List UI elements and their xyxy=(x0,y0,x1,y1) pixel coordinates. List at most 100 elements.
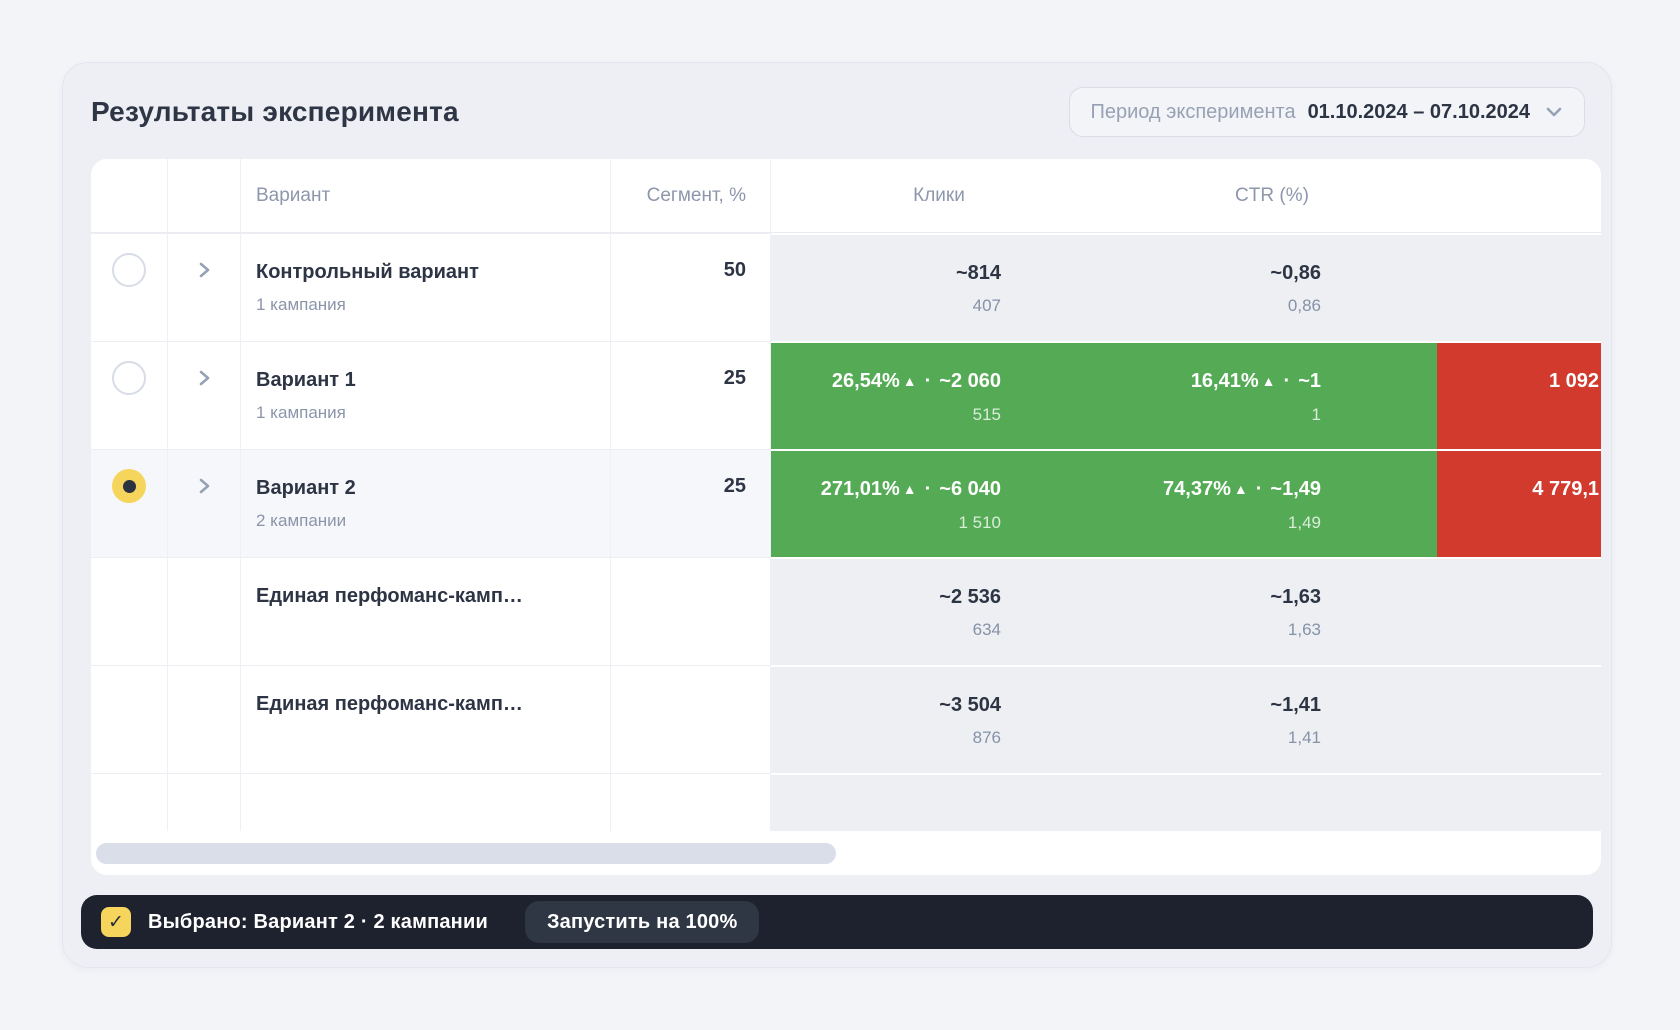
ctr-estimate: ~1,63 xyxy=(1107,584,1321,610)
ctr-actual: 0,86 xyxy=(1107,296,1321,316)
variant-campaign-count: 2 кампании xyxy=(256,511,600,531)
campaign-name: Единая перфоманс-камп… xyxy=(256,583,600,609)
expand-cell xyxy=(168,341,241,449)
variant-cell: Вариант 2 2 кампании xyxy=(241,449,611,557)
chevron-right-icon[interactable] xyxy=(195,477,213,495)
extra-metric-cell xyxy=(1437,665,1601,773)
radio-cell xyxy=(91,341,168,449)
variant-campaign-count: 1 кампания xyxy=(256,403,600,423)
table-row: Вариант 1 1 кампания 25 26,54%▲·~2 060 5… xyxy=(91,341,1601,449)
ctr-cell: ~0,86 0,86 xyxy=(1107,233,1437,341)
expand-cell xyxy=(168,449,241,557)
period-value: 01.10.2024 – 07.10.2024 xyxy=(1308,101,1530,124)
clicks-actual: 515 xyxy=(771,405,1001,425)
segment-value-empty xyxy=(611,557,771,665)
results-table: Вариант Сегмент, % Клики CTR (%) Контрол… xyxy=(91,159,1601,875)
extra-metric-cell xyxy=(1437,233,1601,341)
clicks-cell-positive: 271,01%▲·~6 040 1 510 xyxy=(771,449,1107,557)
clicks-cell-positive: 26,54%▲ · ~2 060 515 xyxy=(771,341,1107,449)
ctr-delta: 74,37% xyxy=(1163,478,1231,500)
variant-radio[interactable] xyxy=(112,253,146,287)
ctr-cell-positive: 74,37%▲·~1,49 1,49 xyxy=(1107,449,1437,557)
table-row-selected: Вариант 2 2 кампании 25 271,01%▲·~6 040 … xyxy=(91,449,1601,557)
table-header-row: Вариант Сегмент, % Клики CTR (%) xyxy=(91,159,1601,233)
variant-name: Вариант 2 xyxy=(256,475,600,501)
variant-campaign-count: 1 кампания xyxy=(256,295,600,315)
header-radio-cell xyxy=(91,159,168,233)
header-expand-cell xyxy=(168,159,241,233)
extra-metric-cell-negative: 1 092 xyxy=(1437,341,1601,449)
clicks-cell: ~3 504 876 xyxy=(771,665,1107,773)
expand-cell-empty xyxy=(168,665,241,773)
ctr-cell: ~1,41 1,41 xyxy=(1107,665,1437,773)
dot-separator: · xyxy=(1284,370,1291,392)
extra-metric-cell-negative: 4 779,1 xyxy=(1437,449,1601,557)
selected-checkbox[interactable]: ✓ xyxy=(101,907,131,937)
ctr-actual: 1,49 xyxy=(1107,513,1321,533)
ctr-cell: ~1,63 1,63 xyxy=(1107,557,1437,665)
chevron-right-icon[interactable] xyxy=(195,261,213,279)
dot-separator: · xyxy=(1256,478,1263,500)
column-header-ctr: CTR (%) xyxy=(1107,159,1437,233)
radio-cell xyxy=(91,233,168,341)
campaign-name: Единая перфоманс-камп… xyxy=(256,691,600,717)
chevron-right-icon[interactable] xyxy=(195,369,213,387)
ctr-estimate: ~1,49 xyxy=(1270,478,1321,500)
horizontal-scrollbar-thumb[interactable] xyxy=(96,843,836,864)
radio-cell-empty xyxy=(91,665,168,773)
clicks-actual: 1 510 xyxy=(771,513,1001,533)
variant-name: Вариант 1 xyxy=(256,367,600,393)
clicks-estimate: ~2 536 xyxy=(771,584,1001,610)
ctr-actual: 1 xyxy=(1107,405,1321,425)
period-select[interactable]: Период эксперимента 01.10.2024 – 07.10.2… xyxy=(1069,87,1585,137)
column-header-extra xyxy=(1437,159,1601,233)
page-title: Результаты эксперимента xyxy=(91,96,459,128)
ctr-estimate: ~1 xyxy=(1298,370,1321,392)
clicks-estimate: ~814 xyxy=(771,260,1001,286)
period-label: Период эксперимента xyxy=(1090,101,1295,124)
variant-radio-checked[interactable] xyxy=(112,469,146,503)
chevron-down-icon xyxy=(1544,102,1564,122)
column-header-segment: Сегмент, % xyxy=(611,159,771,233)
table-row-campaign: Единая перфоманс-камп… ~2 536 634 ~1,63 … xyxy=(91,557,1601,665)
segment-value: 25 xyxy=(611,449,771,557)
table-scrollbar-area xyxy=(91,831,1601,875)
selection-bottom-bar: ✓ Выбрано: Вариант 2 · 2 кампании Запуст… xyxy=(81,895,1593,949)
variant-radio[interactable] xyxy=(112,361,146,395)
clicks-actual: 634 xyxy=(771,620,1001,640)
table-filler-row xyxy=(91,773,1601,831)
clicks-delta: 271,01% xyxy=(821,478,900,500)
table-row: Контрольный вариант 1 кампания 50 ~814 4… xyxy=(91,233,1601,341)
increase-arrow-icon: ▲ xyxy=(1262,373,1276,389)
dot-separator: · xyxy=(925,478,932,500)
clicks-cell: ~2 536 634 xyxy=(771,557,1107,665)
ctr-cell-positive: 16,41%▲ · ~1 1 xyxy=(1107,341,1437,449)
card-header: Результаты эксперимента Период экспериме… xyxy=(63,63,1611,159)
ctr-estimate: ~1,41 xyxy=(1107,692,1321,718)
experiment-results-card: Результаты эксперимента Период экспериме… xyxy=(62,62,1612,968)
clicks-estimate: ~2 060 xyxy=(939,370,1001,392)
expand-cell xyxy=(168,233,241,341)
ctr-estimate: ~0,86 xyxy=(1107,260,1321,286)
clicks-delta: 26,54% xyxy=(832,370,900,392)
variant-cell: Вариант 1 1 кампания xyxy=(241,341,611,449)
variant-cell: Контрольный вариант 1 кампания xyxy=(241,233,611,341)
radio-cell xyxy=(91,449,168,557)
campaign-cell: Единая перфоманс-камп… xyxy=(241,557,611,665)
clicks-cell: ~814 407 xyxy=(771,233,1107,341)
clicks-estimate: ~3 504 xyxy=(771,692,1001,718)
campaign-cell: Единая перфоманс-камп… xyxy=(241,665,611,773)
column-header-clicks: Клики xyxy=(771,159,1107,233)
dot-separator: · xyxy=(925,370,932,392)
segment-value: 25 xyxy=(611,341,771,449)
clicks-estimate: ~6 040 xyxy=(939,478,1001,500)
extra-metric-cell xyxy=(1437,557,1601,665)
launch-100-button[interactable]: Запустить на 100% xyxy=(525,901,760,943)
clicks-actual: 876 xyxy=(771,728,1001,748)
expand-cell-empty xyxy=(168,557,241,665)
clicks-actual: 407 xyxy=(771,296,1001,316)
increase-arrow-icon: ▲ xyxy=(903,373,917,389)
ctr-actual: 1,41 xyxy=(1107,728,1321,748)
ctr-delta: 16,41% xyxy=(1191,370,1259,392)
segment-value: 50 xyxy=(611,233,771,341)
